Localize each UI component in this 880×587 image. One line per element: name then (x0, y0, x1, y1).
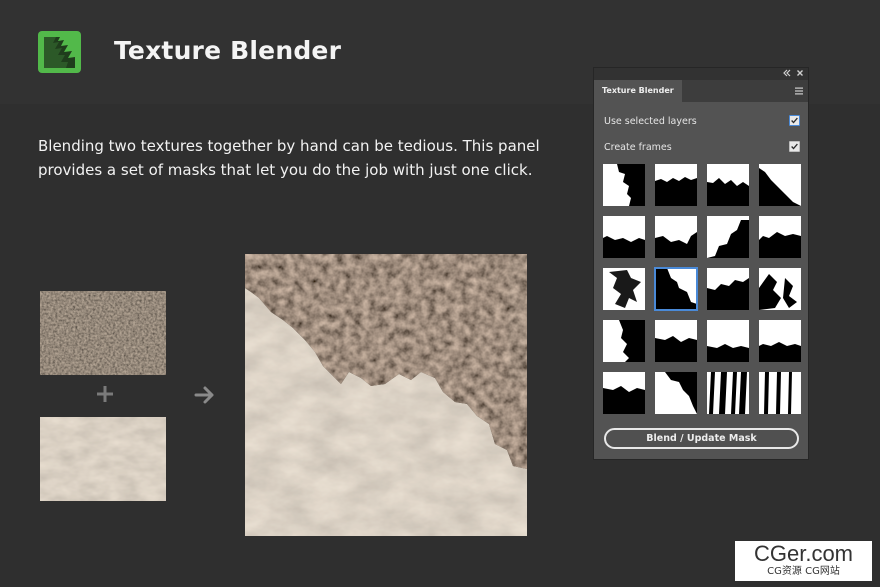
mask-thumbnail[interactable] (759, 372, 801, 414)
blend-update-mask-button[interactable]: Blend / Update Mask (604, 428, 799, 449)
panel-tab-row: Texture Blender (594, 80, 808, 102)
sand-texture (40, 417, 166, 501)
mask-thumbnail-selected[interactable] (654, 267, 698, 311)
option-label: Use selected layers (604, 116, 697, 127)
mask-thumbnail[interactable] (603, 268, 645, 310)
page-description: Blending two textures together by hand c… (38, 137, 540, 179)
texture-blender-logo-icon (38, 31, 81, 73)
mask-thumbnail[interactable] (655, 372, 697, 414)
mask-thumbnail[interactable] (655, 216, 697, 258)
mask-thumbnail[interactable] (655, 164, 697, 206)
watermark-main: CGer.com (753, 541, 854, 566)
mask-thumbnail[interactable] (759, 216, 801, 258)
mask-thumbnail[interactable] (759, 164, 801, 206)
close-panel-icon[interactable] (795, 68, 805, 78)
panel-menu-icon[interactable] (794, 86, 804, 96)
texture-blender-panel: Texture Blender Use selected layers Crea… (593, 67, 809, 460)
mask-thumbnail[interactable] (603, 320, 645, 362)
mask-thumbnail[interactable] (603, 372, 645, 414)
create-frames-checkbox[interactable] (789, 141, 800, 152)
option-create-frames: Create frames (604, 140, 800, 156)
checkmark-icon (791, 117, 798, 124)
mask-thumbnail[interactable] (707, 372, 749, 414)
plus-icon (97, 386, 113, 402)
arrow-right-icon (194, 386, 214, 404)
mask-thumbnail[interactable] (759, 320, 801, 362)
mask-thumbnail[interactable] (707, 164, 749, 206)
option-label: Create frames (604, 142, 672, 153)
mask-thumbnail[interactable] (707, 216, 749, 258)
use-selected-layers-checkbox[interactable] (789, 115, 800, 126)
checkmark-icon (791, 143, 798, 150)
mask-thumbnail[interactable] (707, 268, 749, 310)
panel-title-bar[interactable] (594, 68, 808, 80)
blended-texture (245, 254, 527, 536)
option-use-selected-layers: Use selected layers (604, 114, 800, 130)
mask-thumbnail[interactable] (759, 268, 801, 310)
watermark: CGer.com CG资源 CG网站 (735, 541, 872, 581)
mask-grid (603, 164, 801, 414)
page-title: Texture Blender (114, 36, 342, 65)
mask-thumbnail[interactable] (655, 320, 697, 362)
mask-thumbnail[interactable] (603, 164, 645, 206)
mask-thumbnail[interactable] (603, 216, 645, 258)
leaf-litter-texture (40, 291, 166, 375)
collapse-panel-icon[interactable] (782, 68, 792, 78)
mask-thumbnail[interactable] (707, 320, 749, 362)
watermark-sub: CG资源 CG网站 (767, 566, 840, 577)
tab-texture-blender[interactable]: Texture Blender (594, 80, 682, 102)
